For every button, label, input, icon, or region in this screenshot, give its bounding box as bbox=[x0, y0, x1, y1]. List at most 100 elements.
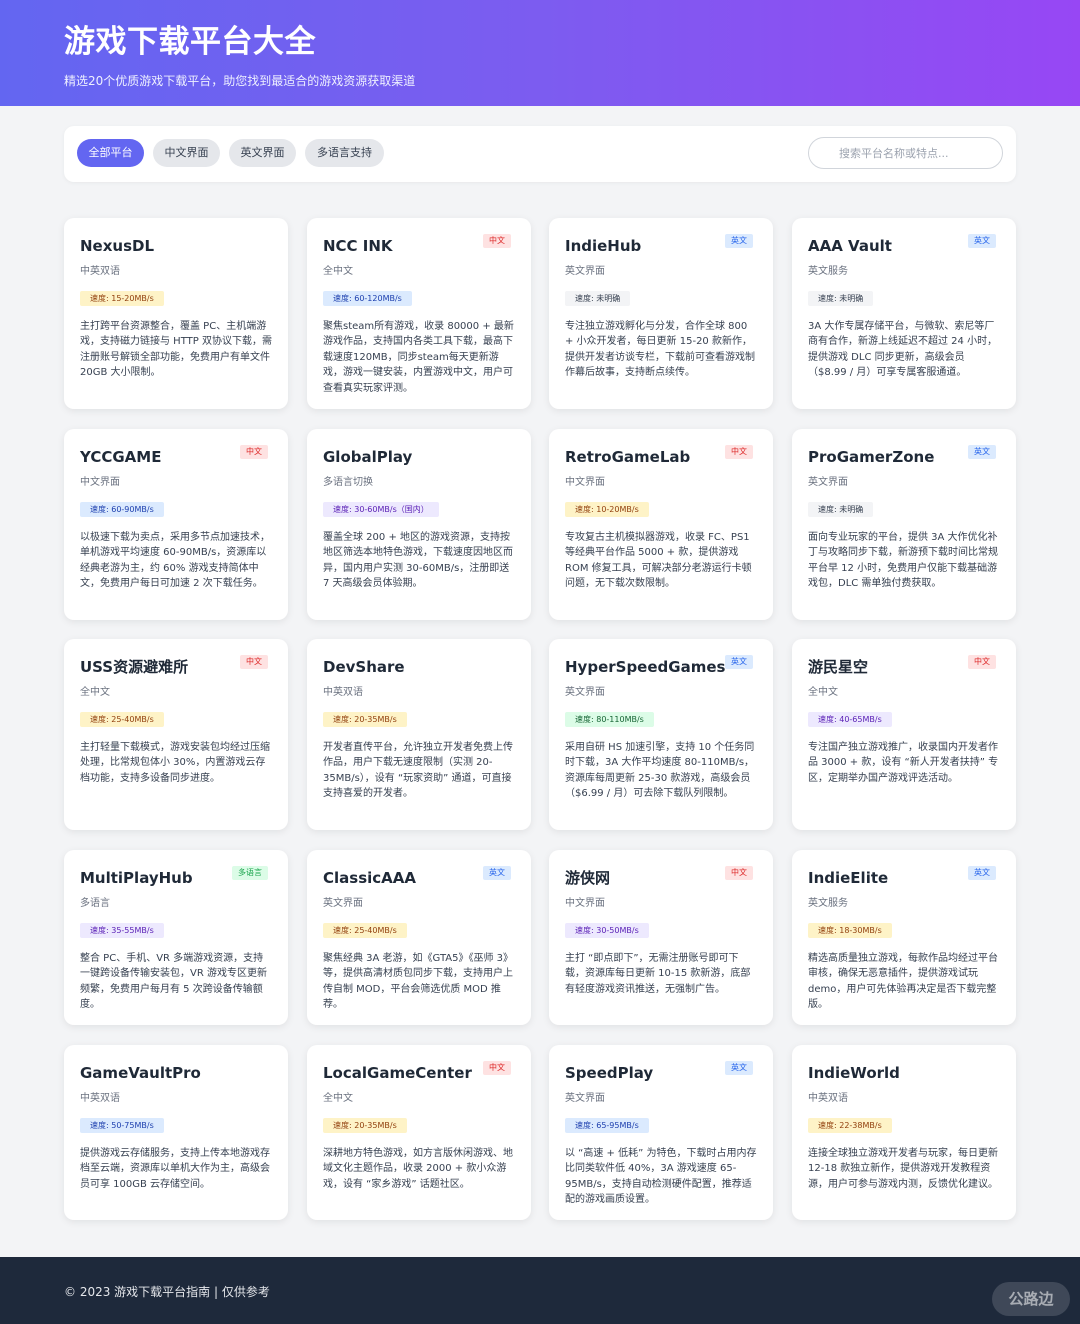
language-badge: 中文 bbox=[725, 445, 753, 459]
platform-language: 中文界面 bbox=[565, 898, 605, 909]
platform-description: 采用自研 HS 加速引擎，支持 10 个任务同时下载，3A 大作平均速度 80-… bbox=[565, 742, 755, 800]
platform-card[interactable]: GlobalPlay 多语言切换速度: 30-60MB/s（国内） 覆盖全球 200… bbox=[307, 429, 531, 620]
platform-description: 主打跨平台资源整合，覆盖 PC、主机端游戏，支持磁力链接与 HTTP 双协议下载… bbox=[80, 321, 272, 379]
platform-name: IndieWorld bbox=[808, 1064, 900, 1082]
filter-multilanguage[interactable]: 多语言支持 bbox=[305, 139, 384, 167]
filter-english-ui[interactable]: 英文界面 bbox=[229, 139, 296, 167]
speed-badge: 速度: 60-90MB/s bbox=[80, 502, 164, 517]
speed-badge: 速度: 25-40MB/s bbox=[80, 712, 164, 727]
platform-language: 中英双语 bbox=[808, 1093, 848, 1104]
language-badge: 英文 bbox=[968, 234, 996, 248]
platform-description: 以 “高速 + 低耗” 为特色，下载时占用内存比同类软件低 40%，3A 游戏速… bbox=[565, 1148, 757, 1206]
platform-description: 以极速下载为卖点，采用多节点加速技术，单机游戏平均速度 60-90MB/s，资源… bbox=[80, 532, 270, 590]
platform-description: 连接全球独立游戏开发者与玩家，每日更新 12-18 款独立新作，提供游戏开发教程… bbox=[808, 1148, 998, 1190]
platform-name: NexusDL bbox=[80, 237, 155, 255]
speed-badge: 速度: 25-40MB/s bbox=[323, 923, 407, 938]
platform-description: 面向专业玩家的平台，提供 3A 大作优化补丁与攻略同步下载，新游预下载时间比常规… bbox=[808, 532, 998, 590]
platform-card[interactable]: IndieHub 英文 英文界面 速度: 未明确 专注独立游戏孵化与分发，合作全球 80… bbox=[549, 218, 773, 409]
platform-language: 英文界面 bbox=[565, 687, 605, 698]
language-badge: 英文 bbox=[725, 1061, 753, 1075]
platform-language: 英文界面 bbox=[323, 898, 363, 909]
platform-language: 中文界面 bbox=[565, 477, 605, 488]
platform-description: 覆盖全球 200 + 地区的游戏资源，支持按地区筛选本地特色游戏，下载速度因地区… bbox=[323, 532, 513, 590]
speed-badge: 速度: 20-35MB/s bbox=[323, 712, 407, 727]
platform-language: 多语言切换 bbox=[323, 477, 373, 488]
platform-name: DevShare bbox=[323, 658, 405, 676]
page-header: 游戏下载平台大全 精选20个优质游戏下载平台，助您找到最适合的游戏资源获取渠道 bbox=[0, 0, 1080, 106]
speed-badge: 速度: 18-30MB/s bbox=[808, 923, 892, 938]
platform-card[interactable]: DevShare 中英双语速度: 20-35MB/s 开发者直传平台，允许独立开发者… bbox=[307, 639, 531, 830]
language-badge: 英文 bbox=[483, 866, 511, 880]
filter-all-platforms[interactable]: 全部平台 bbox=[77, 139, 144, 167]
platform-card[interactable]: SpeedPlay 英文 英文界面 速度: 65-95MB/s 以 “高速 + 低耗” … bbox=[549, 1045, 773, 1220]
platform-card[interactable]: NexusDL 中英双语 速度: 15-20MB/s 主打跨平台资源整合，覆盖 PC、… bbox=[64, 218, 288, 409]
language-badge: 英文 bbox=[968, 866, 996, 880]
footer-copyright: © 2023 游戏下载平台指南 | 仅供参考 bbox=[64, 1285, 270, 1299]
platform-language: 多语言 bbox=[80, 898, 110, 909]
language-badge: 中文 bbox=[725, 866, 753, 880]
speed-badge: 速度: 30-50MB/s bbox=[565, 923, 649, 938]
filter-chinese-ui[interactable]: 中文界面 bbox=[153, 139, 220, 167]
platform-card[interactable]: MultiPlayHub 多语言 多语言 速度: 35-55MB/s 整合 PC、手机、… bbox=[64, 850, 288, 1025]
speed-badge: 速度: 60-120MB/s bbox=[323, 291, 412, 306]
speed-badge: 速度: 30-60MB/s（国内） bbox=[323, 502, 439, 517]
platform-description: 精选高质量独立游戏，每款作品均经过平台审核，确保无恶意插件，提供游戏试玩 dem… bbox=[808, 953, 998, 1011]
footer: © 2023 游戏下载平台指南 | 仅供参考 公路边 bbox=[0, 1257, 1080, 1324]
speed-badge: 速度: 未明确 bbox=[565, 291, 631, 306]
platform-card[interactable]: ClassicAAA 英文 英文界面 速度: 25-40MB/s 聚焦经典 3A 老游，… bbox=[307, 850, 531, 1025]
platform-description: 专攻复古主机模拟器游戏，收录 FC、PS1 等经典平台作品 5000 + 款，提… bbox=[565, 532, 752, 590]
platform-language: 全中文 bbox=[323, 1093, 353, 1104]
platform-card[interactable]: USS资源避难所 中文 全中文 速度: 25-40MB/s 主打轻量下载模式，游戏安装包… bbox=[64, 639, 288, 830]
language-badge: 英文 bbox=[968, 445, 996, 459]
speed-badge: 速度: 35-55MB/s bbox=[80, 923, 164, 938]
platform-language: 中英双语 bbox=[323, 687, 363, 698]
language-badge: 中文 bbox=[240, 655, 268, 669]
platform-name: GameVaultPro bbox=[80, 1064, 201, 1082]
language-badge: 英文 bbox=[725, 234, 753, 248]
platform-card[interactable]: GameVaultPro 中英双语速度: 50-75MB/s 提供游戏云存储服务，支… bbox=[64, 1045, 288, 1220]
platform-card[interactable]: 游民星空 中文 全中文 速度: 40-65MB/s 专注国产独立游戏推广，收录国内开发者… bbox=[792, 639, 1016, 830]
search-input[interactable] bbox=[808, 137, 1003, 169]
platform-card[interactable]: RetroGameLab 中文 中文界面 速度: 10-20MB/s 专攻复古主机模拟器… bbox=[549, 429, 773, 620]
platform-language: 中文界面 bbox=[80, 477, 120, 488]
platform-language: 中英双语 bbox=[80, 1093, 120, 1104]
language-badge: 中文 bbox=[483, 1061, 511, 1075]
platform-language: 英文服务 bbox=[808, 898, 848, 909]
platform-description: 开发者直传平台，允许独立开发者免费上传作品，用户下载无速度限制（实测 20-35… bbox=[323, 742, 513, 800]
platform-card[interactable]: YCCGAME 中文 中文界面 速度: 60-90MB/s 以极速下载为卖点，采用多节点… bbox=[64, 429, 288, 620]
platform-language: 全中文 bbox=[80, 687, 110, 698]
platform-card[interactable]: IndieElite 英文 英文服务 速度: 18-30MB/s 精选高质量独立游戏，每… bbox=[792, 850, 1016, 1025]
speed-badge: 速度: 50-75MB/s bbox=[80, 1118, 164, 1133]
platform-card[interactable]: AAA Vault 英文 英文服务 速度: 未明确 3A 大作专属存储平台，与微软、索尼… bbox=[792, 218, 1016, 409]
platform-name: GlobalPlay bbox=[323, 448, 413, 466]
speed-badge: 速度: 65-95MB/s bbox=[565, 1118, 649, 1133]
platform-card[interactable]: 游侠网 中文 中文界面 速度: 30-50MB/s 主打 “即点即下”，无需注册账号即可… bbox=[549, 850, 773, 1025]
speed-badge: 速度: 未明确 bbox=[808, 502, 874, 517]
platform-language: 中英双语 bbox=[80, 266, 120, 277]
platform-language: 英文服务 bbox=[808, 266, 848, 277]
platform-language: 全中文 bbox=[323, 266, 353, 277]
platform-language: 英文界面 bbox=[565, 266, 605, 277]
platform-description: 3A 大作专属存储平台，与微软、索尼等厂商有合作，新游上线延迟不超过 24 小时… bbox=[808, 321, 998, 379]
platform-language: 英文界面 bbox=[565, 1093, 605, 1104]
language-badge: 英文 bbox=[725, 655, 753, 669]
speed-badge: 速度: 20-35MB/s bbox=[323, 1118, 407, 1133]
platform-description: 主打 “即点即下”，无需注册账号即可下载，资源库每日更新 10-15 款新游，底… bbox=[565, 953, 751, 995]
platform-card[interactable]: ProGamerZone 英文 英文界面 速度: 未明确 面向专业玩家的平台，提供 3A… bbox=[792, 429, 1016, 620]
platform-language: 英文界面 bbox=[808, 477, 848, 488]
language-badge: 中文 bbox=[483, 234, 511, 248]
platform-description: 专注国产独立游戏推广，收录国内开发者作品 3000 + 款，设有 “新人开发者扶… bbox=[808, 742, 999, 784]
speed-badge: 速度: 22-38MB/s bbox=[808, 1118, 892, 1133]
platform-description: 提供游戏云存储服务，支持上传本地游戏存档至云端，资源库以单机大作为主，高级会员可… bbox=[80, 1148, 270, 1190]
platform-card[interactable]: LocalGameCenter 中文 全中文 速度: 20-35MB/s 深耕地方特色游… bbox=[307, 1045, 531, 1220]
platform-card[interactable]: HyperSpeedGames 英文 英文界面 速度: 80-110MB/s 采用自研 … bbox=[549, 639, 773, 830]
watermark-logo: 公路边 bbox=[992, 1282, 1070, 1316]
platform-card[interactable]: NCC INK 中文 全中文 速度: 60-120MB/s 聚焦steam所有游戏，收录… bbox=[307, 218, 531, 409]
page-subtitle: 精选20个优质游戏下载平台，助您找到最适合的游戏资源获取渠道 bbox=[64, 74, 416, 88]
platform-description: 聚焦经典 3A 老游，如《GTA5》《巫师 3》等，提供高清材质包同步下载，支持… bbox=[323, 953, 514, 1011]
platform-card[interactable]: IndieWorld 中英双语速度: 22-38MB/s 连接全球独立游戏开发者与玩… bbox=[792, 1045, 1016, 1220]
speed-badge: 速度: 10-20MB/s bbox=[565, 502, 649, 517]
platform-description: 专注独立游戏孵化与分发，合作全球 800 + 小众开发者，每日更新 15-20 … bbox=[565, 321, 755, 379]
platform-language: 全中文 bbox=[808, 687, 838, 698]
platform-description: 整合 PC、手机、VR 多端游戏资源，支持一键跨设备传输安装包，VR 游戏专区更… bbox=[80, 953, 267, 1011]
